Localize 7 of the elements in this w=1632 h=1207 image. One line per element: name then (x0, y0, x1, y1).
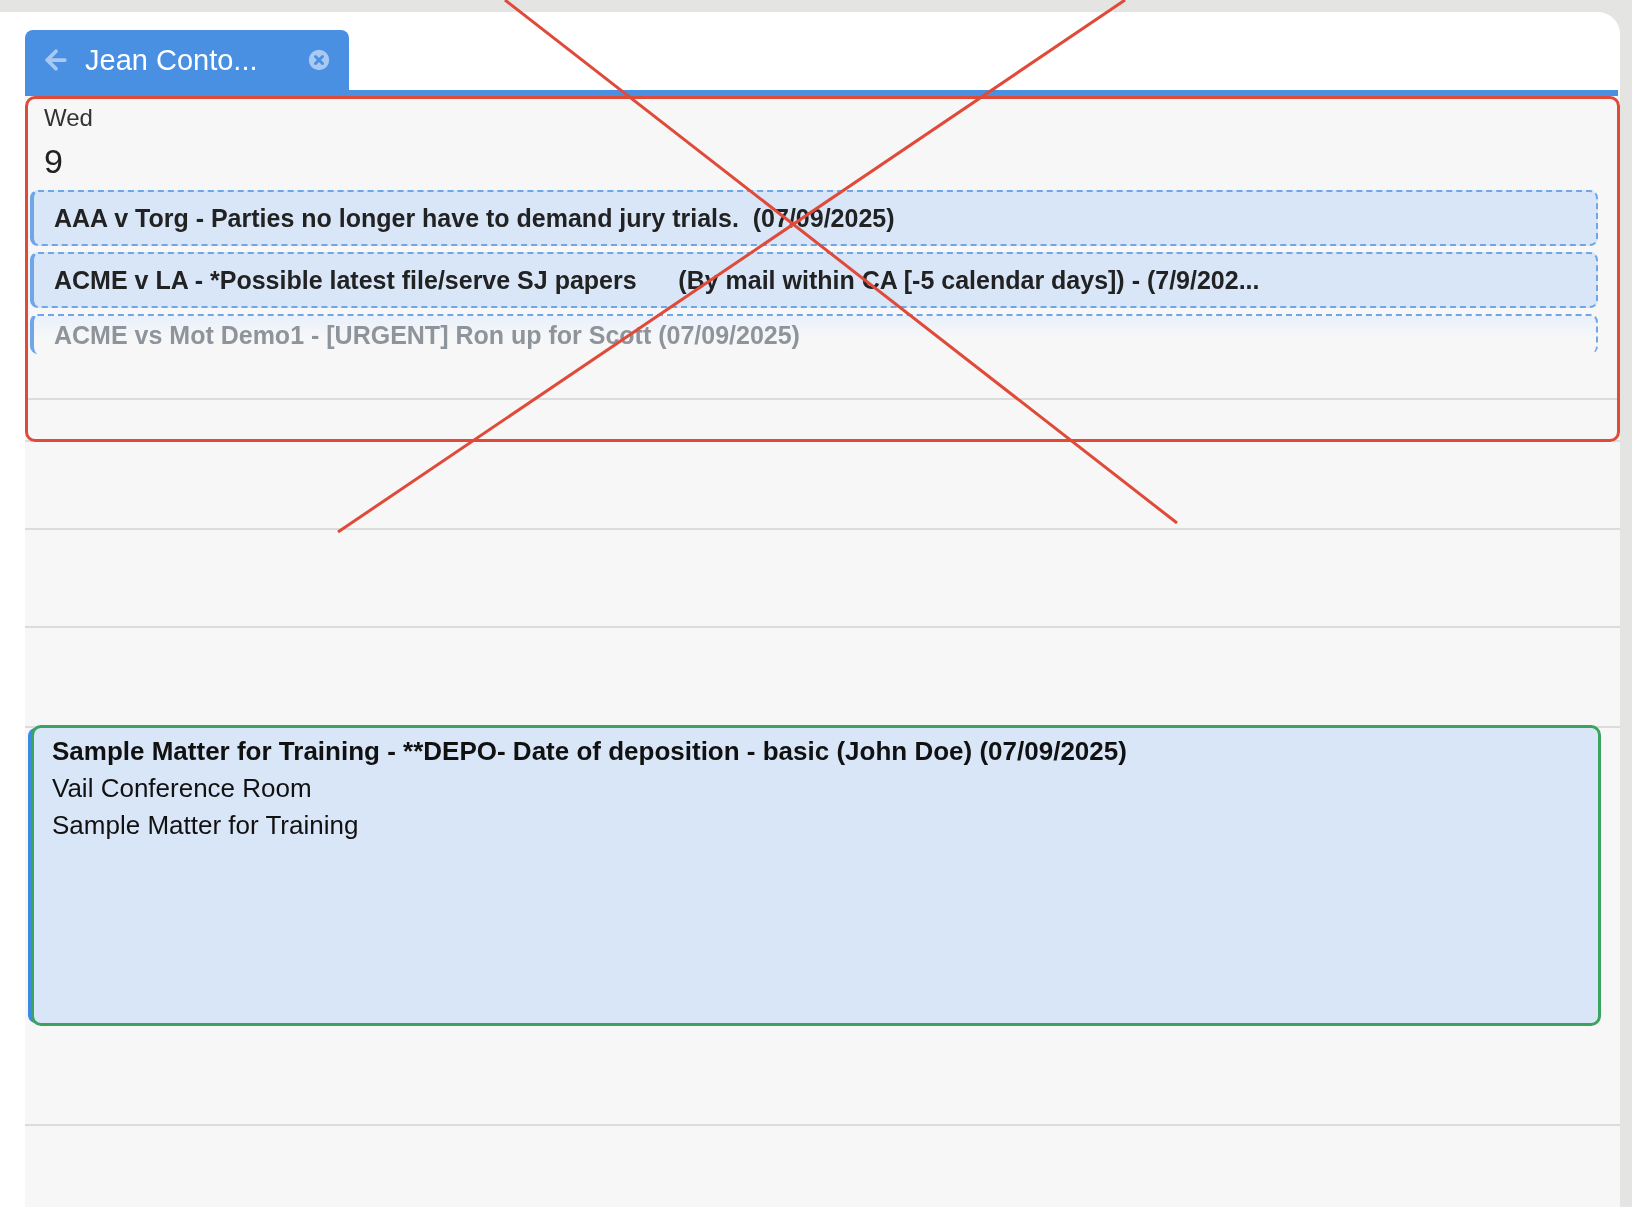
weekday-label: Wed (44, 104, 94, 132)
event-title: Sample Matter for Training - **DEPO- Date of deposition - basic (John Doe) (07/09/2025) (52, 736, 1128, 767)
calendar-event[interactable]: Sample Matter for Training - **DEPO- Date of deposition - basic (John Doe) (07/09/2025) Vail Conference Room Sample Matter for Training (28, 728, 1598, 1023)
event-location: Vail Conference Room (52, 773, 313, 804)
close-icon[interactable] (305, 46, 333, 74)
date-number: 9 (44, 142, 64, 181)
event-matter: Sample Matter for Training (52, 810, 360, 841)
